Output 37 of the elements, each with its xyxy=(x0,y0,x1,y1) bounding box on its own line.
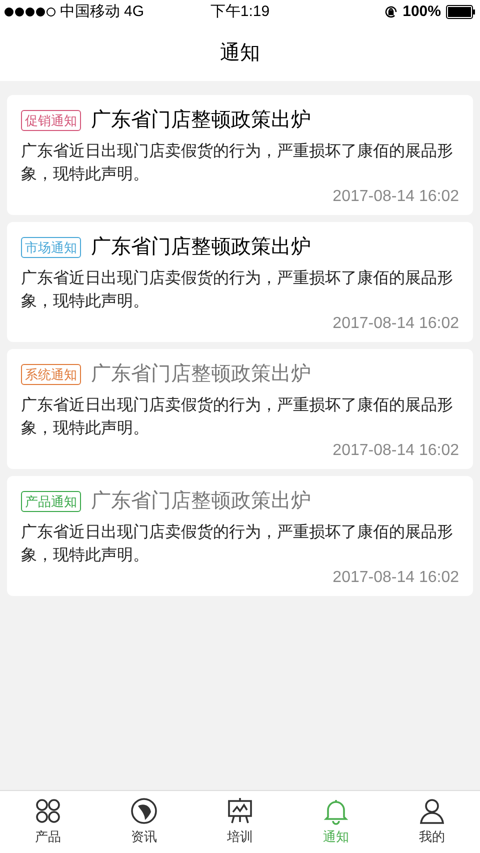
signal-icon xyxy=(4,7,56,17)
notice-body: 广东省近日出现门店卖假货的行为，严重损坏了康佰的展品形象，现特此声明。 xyxy=(21,268,454,312)
battery-icon xyxy=(446,5,476,19)
notice-time: 2017-08-14 16:02 xyxy=(332,441,459,461)
grid-icon xyxy=(34,797,62,826)
rotation-lock-icon xyxy=(384,5,398,19)
category-tag: 产品通知 xyxy=(21,490,81,512)
notice-title: 广东省门店整顿政策出炉 xyxy=(91,108,311,133)
notice-body: 广东省近日出现门店卖假货的行为，严重损坏了康佰的展品形象，现特此声明。 xyxy=(21,522,454,566)
tab-bar-item[interactable]: 资讯 xyxy=(96,791,192,853)
category-tag: 系统通知 xyxy=(21,364,81,384)
person-icon xyxy=(418,797,446,826)
notice-body: 广东省近日出现门店卖假货的行为，严重损坏了康佰的展品形象，现特此声明。 xyxy=(21,142,454,185)
carrier-name: 中国移动 xyxy=(60,2,120,22)
notice-body: 广东省近日出现门店卖假货的行为，严重损坏了康佰的展品形象，现特此声明。 xyxy=(21,396,454,439)
notice-title: 广东省门店整顿政策出炉 xyxy=(91,489,311,514)
notice-card[interactable]: 系统通知 广东省门店整顿政策出炉 广东省近日出现门店卖假货的行为，严重损坏了康佰的展品形象，现特此声明。 2017-08-14 16:02 xyxy=(7,349,473,469)
status-time: 下午1:19 xyxy=(210,2,270,22)
notice-title: 广东省门店整顿政策出炉 xyxy=(91,235,311,260)
tab-bar-item[interactable]: 产品 xyxy=(0,791,96,853)
battery-percent: 100% xyxy=(402,2,441,22)
tab-bar-item[interactable]: 培训 xyxy=(192,791,288,853)
network-type: 4G xyxy=(124,2,144,22)
notice-card[interactable]: 促销通知 广东省门店整顿政策出炉 广东省近日出现门店卖假货的行为，严重损坏了康佰的展品形象，现特此声明。 2017-08-14 16:02 xyxy=(7,95,473,215)
notice-time: 2017-08-14 16:02 xyxy=(332,187,459,207)
easel-icon xyxy=(226,797,254,826)
notice-time: 2017-08-14 16:02 xyxy=(332,314,459,334)
tab-bar-item[interactable]: 我的 xyxy=(384,791,480,853)
page-title: 通知 xyxy=(220,40,260,66)
bell-icon xyxy=(322,797,350,826)
notice-card[interactable]: 产品通知 广东省门店整顿政策出炉 广东省近日出现门店卖假货的行为，严重损坏了康佰的展品形象，现特此声明。 2017-08-14 16:02 xyxy=(7,476,473,596)
notice-time: 2017-08-14 16:02 xyxy=(332,568,459,588)
category-tag: 市场通知 xyxy=(21,236,81,258)
category-tag: 促销通知 xyxy=(21,110,81,130)
notice-card[interactable]: 市场通知 广东省门店整顿政策出炉 广东省近日出现门店卖假货的行为，严重损坏了康佰的展品形象，现特此声明。 2017-08-14 16:02 xyxy=(7,222,473,342)
notice-title: 广东省门店整顿政策出炉 xyxy=(91,362,311,387)
globe-icon xyxy=(130,797,158,826)
